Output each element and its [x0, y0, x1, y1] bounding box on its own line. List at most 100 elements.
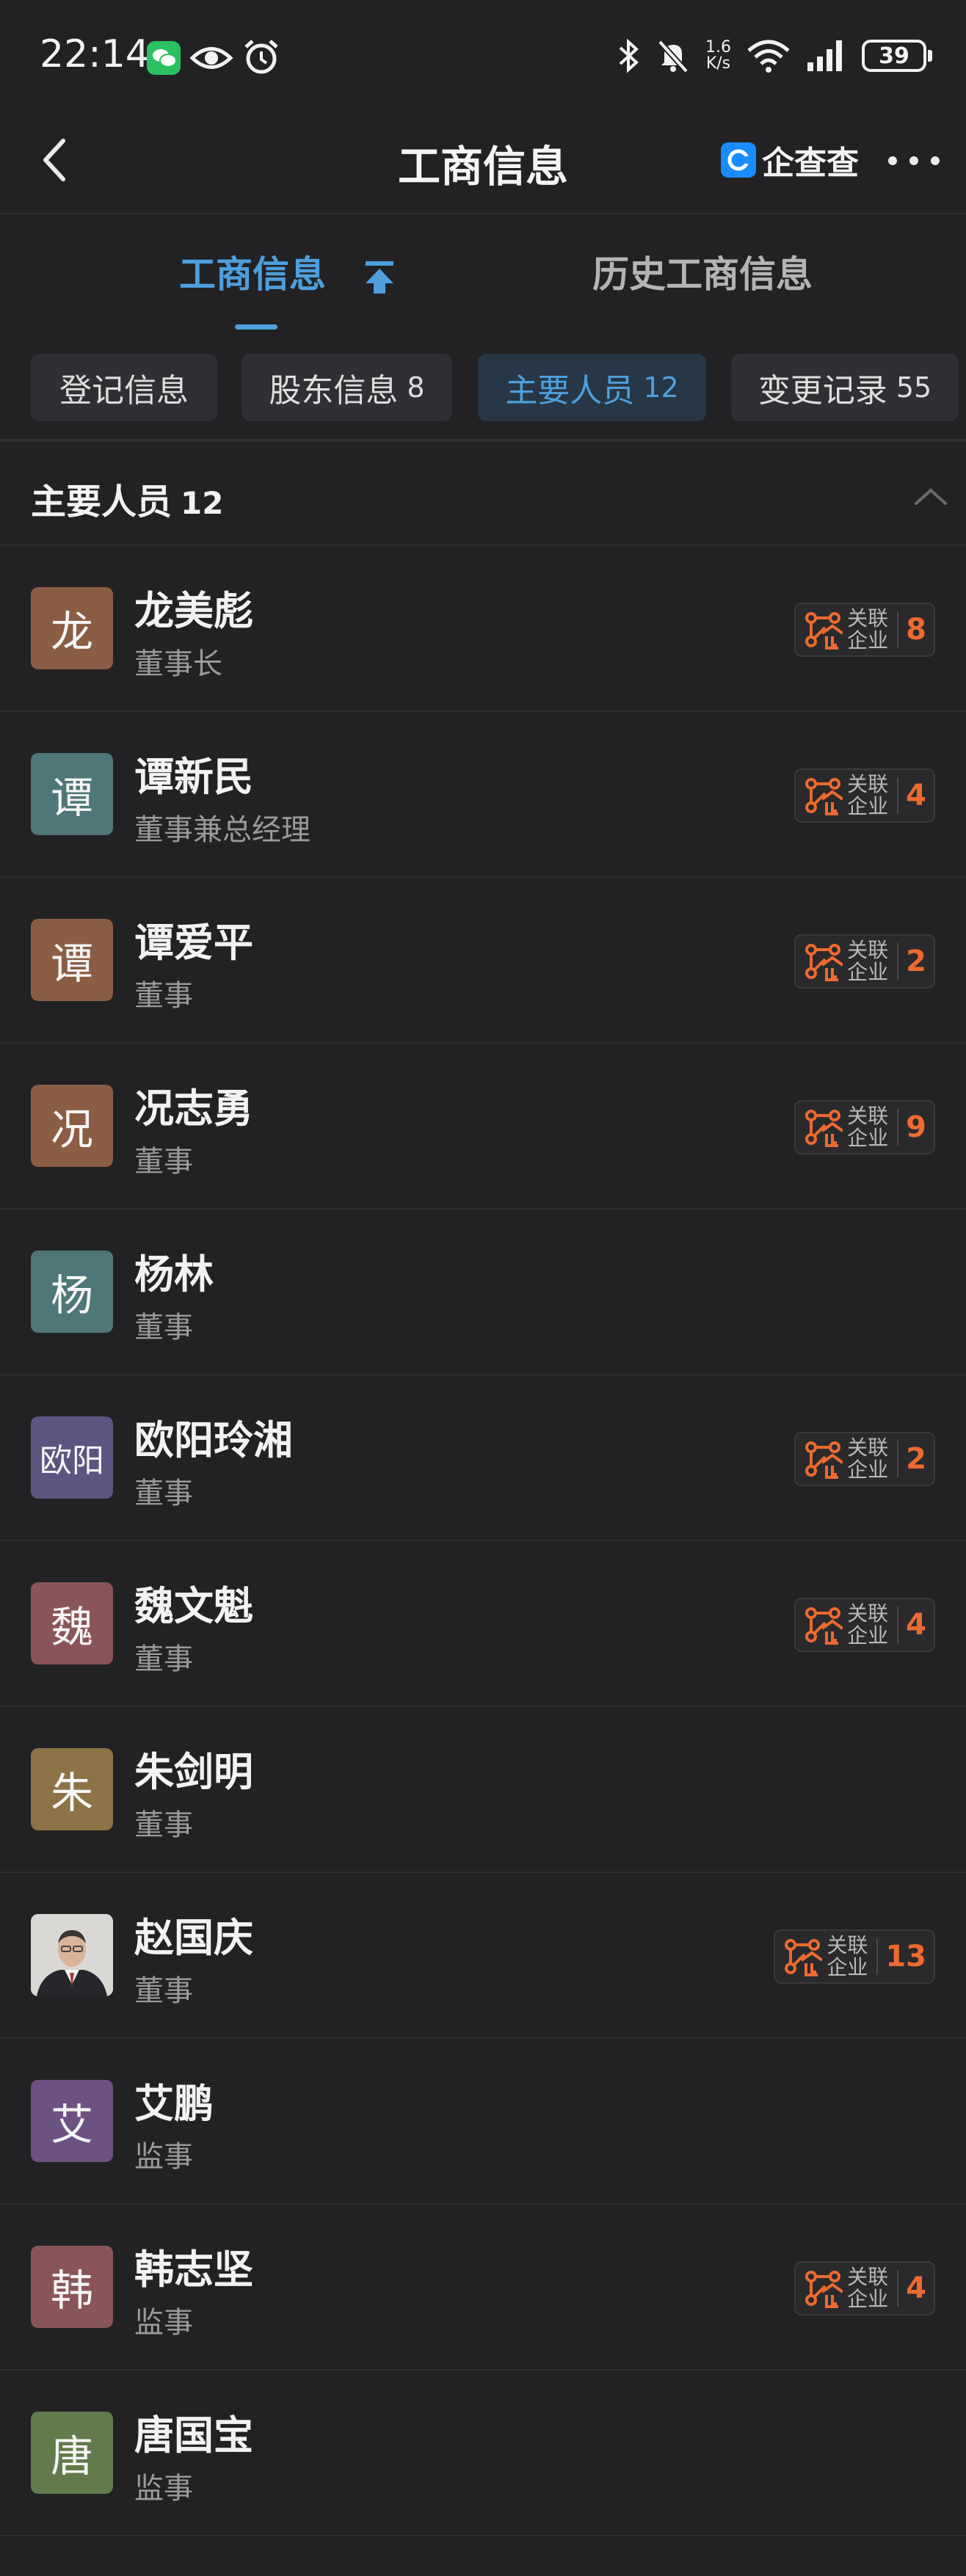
avatar[interactable]: 朱: [31, 1748, 113, 1830]
related-count: 2: [906, 1442, 926, 1476]
chip-change-records[interactable]: 变更记录 55: [731, 354, 959, 421]
personnel-row[interactable]: 龙龙美彪 董事长 关联 企业 8: [0, 546, 966, 712]
person-name[interactable]: 况志勇: [134, 1076, 253, 1134]
person-role: 董事: [134, 1974, 193, 2008]
section-header[interactable]: 主要人员 12: [0, 445, 966, 546]
related-companies-badge[interactable]: 关联 企业 2: [794, 1432, 935, 1486]
person-role: 董事兼总经理: [134, 813, 310, 847]
personnel-row[interactable]: 谭谭爱平 董事 关联 企业 2: [0, 878, 966, 1044]
chip-label: 变更记录: [758, 372, 887, 410]
person-name[interactable]: 龙美彪: [134, 578, 253, 636]
avatar[interactable]: [31, 1914, 113, 1996]
badge-divider: [897, 1607, 899, 1643]
person-name[interactable]: 唐国宝: [134, 2403, 253, 2461]
avatar[interactable]: 魏: [31, 1582, 113, 1664]
related-count: 4: [906, 1608, 926, 1642]
badge-divider: [897, 777, 899, 814]
brand-name: 企查查: [762, 145, 859, 182]
dot: [888, 156, 897, 165]
person-role: 董事: [134, 1642, 193, 1676]
badge-label-line: 关联: [847, 606, 889, 630]
brand-logo[interactable]: 企查查: [721, 139, 859, 182]
avatar[interactable]: 韩: [31, 2246, 113, 2328]
person-role: 董事: [134, 1808, 193, 1842]
chip-count: 8: [407, 371, 425, 404]
battery-icon: 39: [862, 40, 932, 72]
active-tab-indicator: [235, 324, 277, 330]
personnel-row[interactable]: 唐唐国宝 监事: [0, 2371, 966, 2536]
avatar[interactable]: 艾: [31, 2080, 113, 2162]
avatar[interactable]: 龙: [31, 587, 113, 669]
person-name[interactable]: 谭新民: [134, 744, 253, 802]
person-name[interactable]: 魏文魁: [134, 1573, 253, 1631]
personnel-row[interactable]: 谭谭新民董事兼总经理 关联 企业 4: [0, 712, 966, 878]
more-options-button[interactable]: [888, 142, 940, 179]
sub-category-chips: 登记信息 股东信息 8 主要人员 12 变更记录 55: [0, 332, 966, 442]
personnel-row[interactable]: 赵国庆董事 关联 企业 13: [0, 1873, 966, 2039]
badge-label-line: 企业: [847, 628, 889, 652]
chip-key-personnel[interactable]: 主要人员 12: [478, 354, 706, 421]
related-companies-badge[interactable]: 关联 企业 4: [794, 2261, 935, 2315]
speed-unit: K/s: [705, 54, 731, 73]
mute-bell-icon: [658, 40, 689, 73]
badge-label-line: 企业: [847, 960, 889, 984]
badge-label: 关联 企业: [846, 608, 890, 652]
badge-label: 关联 企业: [825, 1935, 869, 1979]
person-name[interactable]: 艾鹏: [134, 2071, 214, 2129]
person-name[interactable]: 韩志坚: [134, 2237, 253, 2295]
personnel-row[interactable]: 朱朱剑明董事: [0, 1707, 966, 1873]
related-companies-badge[interactable]: 关联 企业 4: [794, 768, 935, 823]
personnel-row[interactable]: 艾艾鹏监事: [0, 2039, 966, 2205]
related-companies-badge[interactable]: 关联 企业 13: [774, 1929, 935, 1984]
avatar[interactable]: 谭: [31, 753, 113, 835]
avatar[interactable]: 况: [31, 1085, 113, 1167]
section-title-text: 主要人员: [31, 481, 172, 523]
person-name[interactable]: 赵国庆: [134, 1905, 253, 1963]
chip-shareholders[interactable]: 股东信息 8: [242, 354, 452, 421]
avatar[interactable]: 谭: [31, 919, 113, 1001]
personnel-row[interactable]: 况况志勇 董事 关联 企业 9: [0, 1044, 966, 1209]
related-companies-icon: [805, 1441, 843, 1479]
personnel-row[interactable]: 欧阳 欧阳玲湘 董事 关联 企业 2: [0, 1375, 966, 1541]
personnel-row[interactable]: 魏魏文魁董事 关联 企业 4: [0, 1541, 966, 1707]
personnel-row[interactable]: 韩韩志坚 监事 关联 企业 4: [0, 2205, 966, 2371]
badge-label: 关联 企业: [846, 939, 890, 983]
status-bar: 22:14 1.6 K/s 39: [0, 0, 966, 110]
related-companies-icon: [785, 1939, 823, 1976]
person-name[interactable]: 欧阳玲湘: [134, 1408, 293, 1466]
chip-registration[interactable]: 登记信息: [31, 354, 217, 421]
chevron-up-icon[interactable]: [910, 481, 951, 511]
person-name[interactable]: 杨林: [134, 1242, 214, 1300]
dot: [931, 156, 940, 165]
related-companies-badge[interactable]: 关联 企业 9: [794, 1100, 935, 1154]
badge-divider: [876, 1938, 879, 1975]
avatar[interactable]: 杨: [31, 1251, 113, 1333]
related-companies-badge[interactable]: 关联 企业 2: [794, 934, 935, 989]
personnel-row[interactable]: 杨杨林 董事: [0, 1209, 966, 1375]
badge-label-line: 关联: [827, 1933, 868, 1957]
signal-icon: [807, 40, 842, 71]
section-count: 12: [181, 485, 224, 521]
chip-count: 55: [896, 371, 932, 404]
avatar[interactable]: 欧阳: [31, 1416, 113, 1499]
related-companies-icon: [805, 612, 843, 650]
badge-label-line: 关联: [847, 1104, 889, 1128]
related-companies-badge[interactable]: 关联 企业 4: [794, 1598, 935, 1652]
person-role: 监事: [134, 2140, 193, 2174]
related-companies-badge[interactable]: 关联 企业 8: [794, 603, 935, 657]
badge-label: 关联 企业: [846, 2266, 890, 2310]
badge-label-line: 关联: [847, 1436, 889, 1460]
tab-business-info[interactable]: 工商信息: [179, 245, 326, 298]
badge-label-line: 企业: [847, 1458, 889, 1482]
status-icons: 1.6 K/s 39: [617, 34, 932, 78]
badge-divider: [897, 611, 899, 648]
person-name[interactable]: 谭爱平: [134, 910, 253, 968]
tab-history-business-info[interactable]: 历史工商信息: [592, 245, 813, 298]
pin-top-icon[interactable]: [361, 258, 398, 296]
avatar[interactable]: 唐: [31, 2412, 113, 2494]
related-count: 4: [906, 2271, 926, 2305]
person-name[interactable]: 朱剑明: [134, 1739, 253, 1797]
bluetooth-icon: [619, 38, 639, 73]
eye-icon: [189, 47, 233, 69]
related-count: 4: [906, 779, 926, 812]
